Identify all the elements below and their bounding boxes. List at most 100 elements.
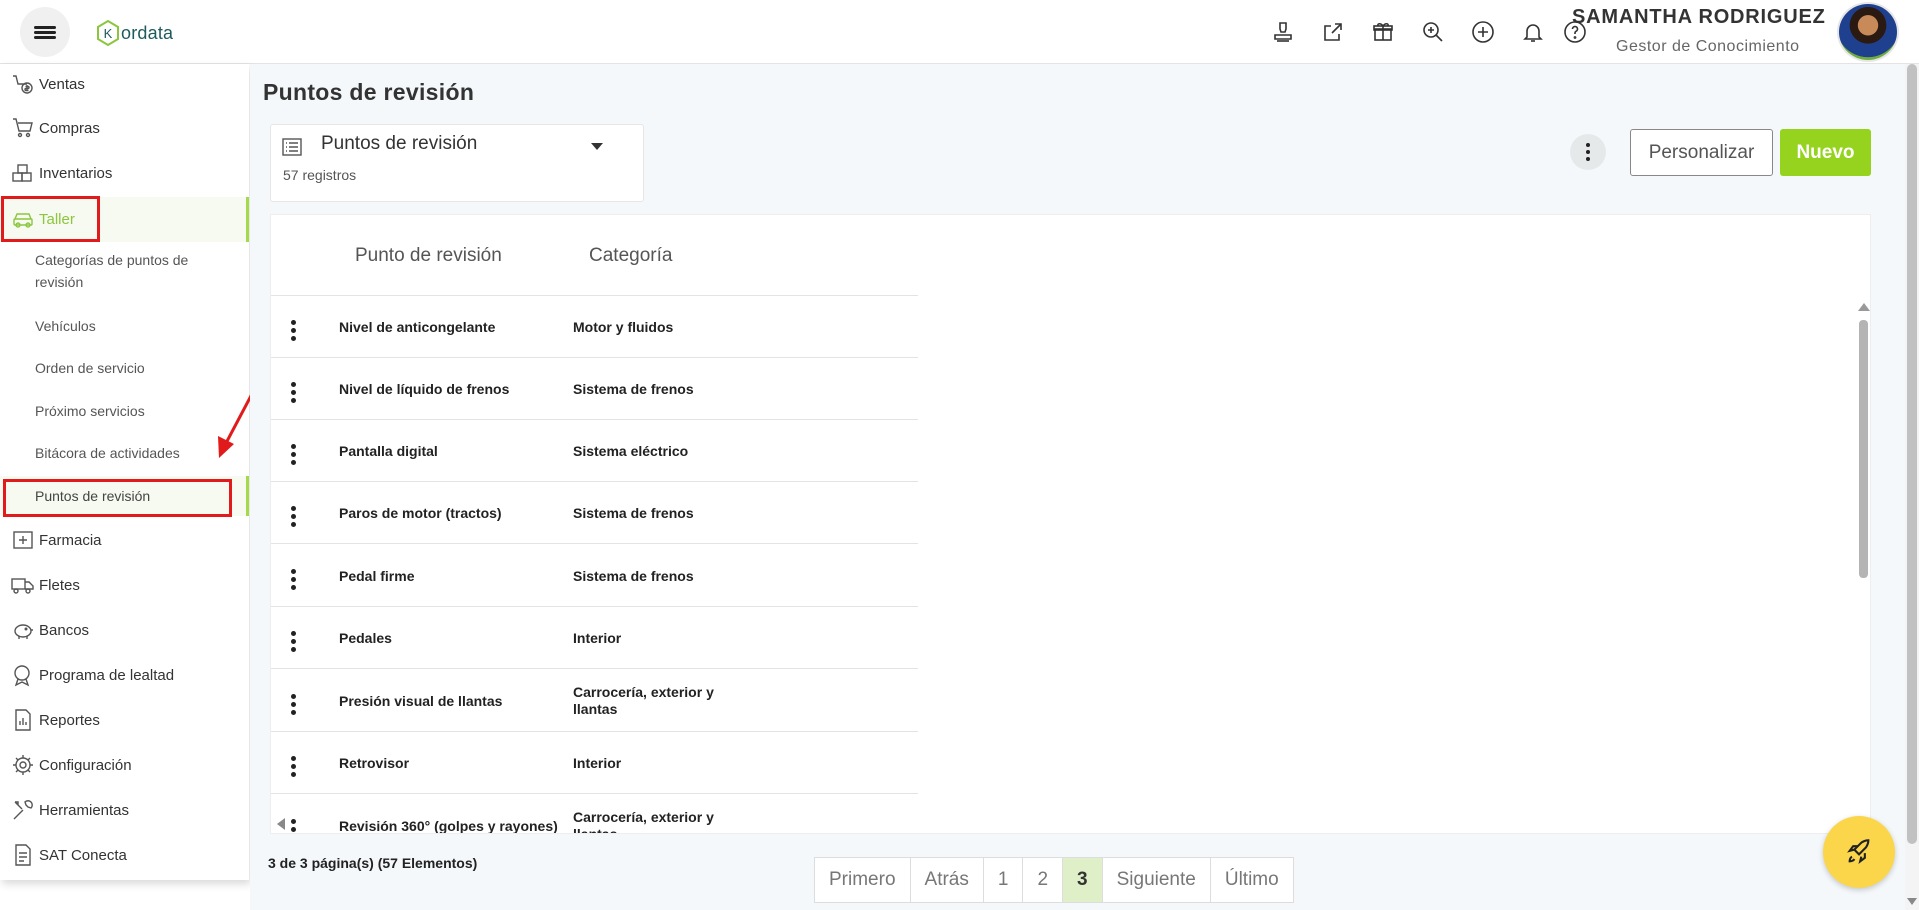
cell-name: Pedales [339, 630, 392, 646]
more-options-button[interactable] [1570, 134, 1606, 170]
svg-text:K: K [104, 26, 113, 41]
page-next-button[interactable]: Siguiente [1103, 858, 1211, 902]
row-menu-icon[interactable] [290, 504, 296, 528]
sidebar-item-inventarios[interactable]: Inventarios [0, 153, 249, 193]
cell-name: Paros de motor (tractos) [339, 505, 502, 521]
table-row[interactable]: Pedales Interior [271, 607, 918, 669]
table-row[interactable]: Nivel de líquido de frenos Sistema de fr… [271, 358, 918, 420]
table-row[interactable]: Retrovisor Interior [271, 732, 918, 794]
page-scrollbar[interactable] [1905, 64, 1919, 910]
stamp-icon[interactable] [1268, 17, 1298, 47]
row-menu-icon[interactable] [290, 318, 296, 342]
sidebar-item-label: Reportes [39, 711, 100, 729]
sidebar-item-bancos[interactable]: Bancos [0, 610, 249, 650]
row-menu-icon[interactable] [290, 754, 296, 778]
scroll-down-icon[interactable] [1907, 898, 1917, 905]
hamburger-icon [34, 24, 56, 41]
app-logo[interactable]: K ordata [97, 20, 173, 46]
sidebar-item-compras[interactable]: Compras [0, 108, 249, 148]
sidebar-item-programa-lealtad[interactable]: Programa de lealtad [0, 655, 249, 695]
cell-category: Sistema eléctrico [573, 443, 689, 459]
view-name: Puntos de revisión [321, 133, 478, 154]
view-selector[interactable]: Puntos de revisión 57 registros [270, 124, 644, 202]
column-header-punto[interactable]: Punto de revisión [355, 245, 502, 267]
search-icon[interactable] [1418, 17, 1448, 47]
data-table: Punto de revisión Categoría Nivel de ant… [270, 214, 1871, 834]
row-menu-icon[interactable] [290, 442, 296, 466]
sidebar-item-label: Ventas [39, 75, 85, 93]
list-icon [282, 138, 302, 156]
plus-circle-icon[interactable] [1468, 17, 1498, 47]
page-scrollbar-thumb[interactable] [1907, 64, 1917, 844]
row-menu-icon[interactable] [290, 817, 296, 833]
table-row[interactable]: Paros de motor (tractos) Sistema de fren… [271, 482, 918, 544]
sidebar-subitem-proximo-servicios[interactable]: Próximo servicios [35, 400, 235, 422]
sidebar-item-fletes[interactable]: Fletes [0, 565, 249, 605]
rocket-icon [1847, 839, 1870, 864]
sidebar-item-label: Farmacia [39, 531, 102, 549]
truck-icon [9, 571, 37, 599]
table-row[interactable]: Pantalla digital Sistema eléctrico [271, 420, 918, 482]
bell-icon[interactable] [1518, 17, 1548, 47]
table-row[interactable]: Pedal firme Sistema de frenos [271, 545, 918, 607]
sidebar-item-reportes[interactable]: Reportes [0, 700, 249, 740]
cell-category: Sistema de frenos [573, 568, 694, 584]
sidebar-subitem-vehiculos[interactable]: Vehículos [35, 315, 235, 337]
cell-category: Sistema de frenos [573, 381, 694, 397]
logo-text: ordata [121, 22, 174, 43]
user-name[interactable]: SAMANTHA RODRIGUEZ [1572, 6, 1826, 29]
sidebar-item-configuracion[interactable]: Configuración [0, 745, 249, 785]
table-row[interactable]: Revisión 360° (golpes y rayones) Carroce… [271, 795, 918, 834]
logo-hexagon-icon: K [97, 20, 119, 46]
boxes-icon [9, 159, 37, 187]
external-link-icon[interactable] [1318, 17, 1348, 47]
pagination-info: 3 de 3 página(s) (57 Elementos) [268, 855, 478, 871]
sidebar-subitem-categorias[interactable]: Categorías de puntos de revisión [35, 249, 235, 293]
row-menu-icon[interactable] [290, 380, 296, 404]
row-menu-icon[interactable] [290, 692, 296, 716]
cell-name: Pantalla digital [339, 443, 438, 459]
row-menu-icon[interactable] [290, 629, 296, 653]
cell-name: Nivel de anticongelante [339, 319, 496, 335]
sidebar-item-ventas[interactable]: Ventas [0, 64, 249, 104]
top-bar: K ordata SAMANTHA RODRIGUEZ Gestor de Co… [0, 0, 1919, 64]
page-3-button[interactable]: 3 [1063, 858, 1103, 902]
sidebar-item-sat-conecta[interactable]: SAT Conecta [0, 835, 249, 875]
quick-launch-button[interactable] [1823, 816, 1895, 888]
page-2-button[interactable]: 2 [1023, 858, 1064, 902]
cell-category: Interior [573, 630, 622, 646]
cell-category: Carrocería, exterior y llantas [573, 809, 714, 834]
scroll-up-icon[interactable] [1858, 303, 1870, 311]
avatar[interactable] [1837, 2, 1899, 62]
sidebar-item-label: Programa de lealtad [39, 666, 175, 684]
sidebar-item-herramientas[interactable]: Herramientas [0, 790, 249, 830]
page-1-button[interactable]: 1 [984, 858, 1024, 902]
scroll-left-icon[interactable] [277, 818, 285, 830]
sales-icon [9, 70, 37, 98]
user-role: Gestor de Conocimiento [1616, 38, 1800, 55]
sidebar-subitem-bitacora[interactable]: Bitácora de actividades [35, 442, 235, 464]
row-menu-icon[interactable] [290, 567, 296, 591]
kebab-icon [1586, 142, 1590, 163]
sidebar-item-farmacia[interactable]: Farmacia [0, 520, 249, 560]
cell-name: Nivel de líquido de frenos [339, 381, 510, 397]
page-last-button[interactable]: Último [1211, 858, 1293, 902]
customize-button[interactable]: Personalizar [1630, 129, 1773, 176]
chevron-down-icon[interactable] [591, 143, 603, 150]
sidebar-subitem-orden-servicio[interactable]: Orden de servicio [35, 357, 235, 379]
page-prev-button[interactable]: Atrás [911, 858, 984, 902]
table-scrollbar[interactable] [1859, 320, 1868, 578]
new-button[interactable]: Nuevo [1780, 129, 1871, 176]
cell-category: Sistema de frenos [573, 505, 694, 521]
gift-icon[interactable] [1368, 17, 1398, 47]
document-icon [9, 841, 37, 869]
column-header-categoria[interactable]: Categoría [589, 245, 672, 267]
cart-icon [9, 114, 37, 142]
table-row[interactable]: Presión visual de llantas Carrocería, ex… [271, 670, 918, 732]
menu-toggle-button[interactable] [20, 7, 70, 57]
loyalty-icon [9, 661, 37, 689]
table-row[interactable]: Nivel de anticongelante Motor y fluidos [271, 296, 918, 358]
page-first-button[interactable]: Primero [815, 858, 911, 902]
main-content: Puntos de revisión Puntos de revisión 57… [250, 64, 1919, 910]
pharmacy-icon [9, 526, 37, 554]
